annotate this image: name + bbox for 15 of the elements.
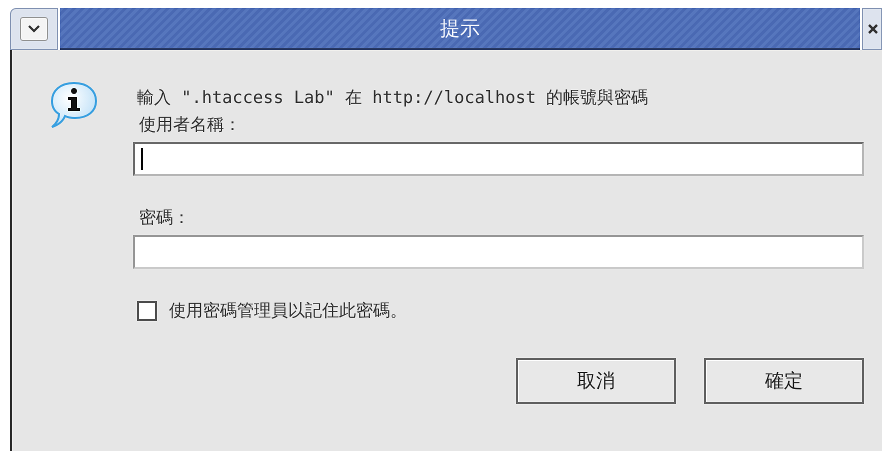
window-title: 提示 [440,14,480,42]
field-label: 密碼： [139,207,191,229]
input-field[interactable] [133,142,864,176]
checkbox-label: 使用密碼管理員以記住此密碼。 [169,300,407,322]
close-button[interactable] [862,8,882,50]
dialog-button[interactable]: 取消 [516,358,676,404]
input-field[interactable] [133,235,864,269]
dialog-button[interactable]: 確定 [704,358,864,404]
prompt-message: 輸入 ".htaccess Lab" 在 http://localhost 的帳號與密碼 [137,87,650,109]
chevron-down-icon [20,17,48,41]
field-label: 使用者名稱： [139,114,242,136]
window-menu-button[interactable] [10,8,58,50]
close-icon [867,23,879,35]
text-cursor [141,148,143,170]
checkbox[interactable] [137,300,157,320]
